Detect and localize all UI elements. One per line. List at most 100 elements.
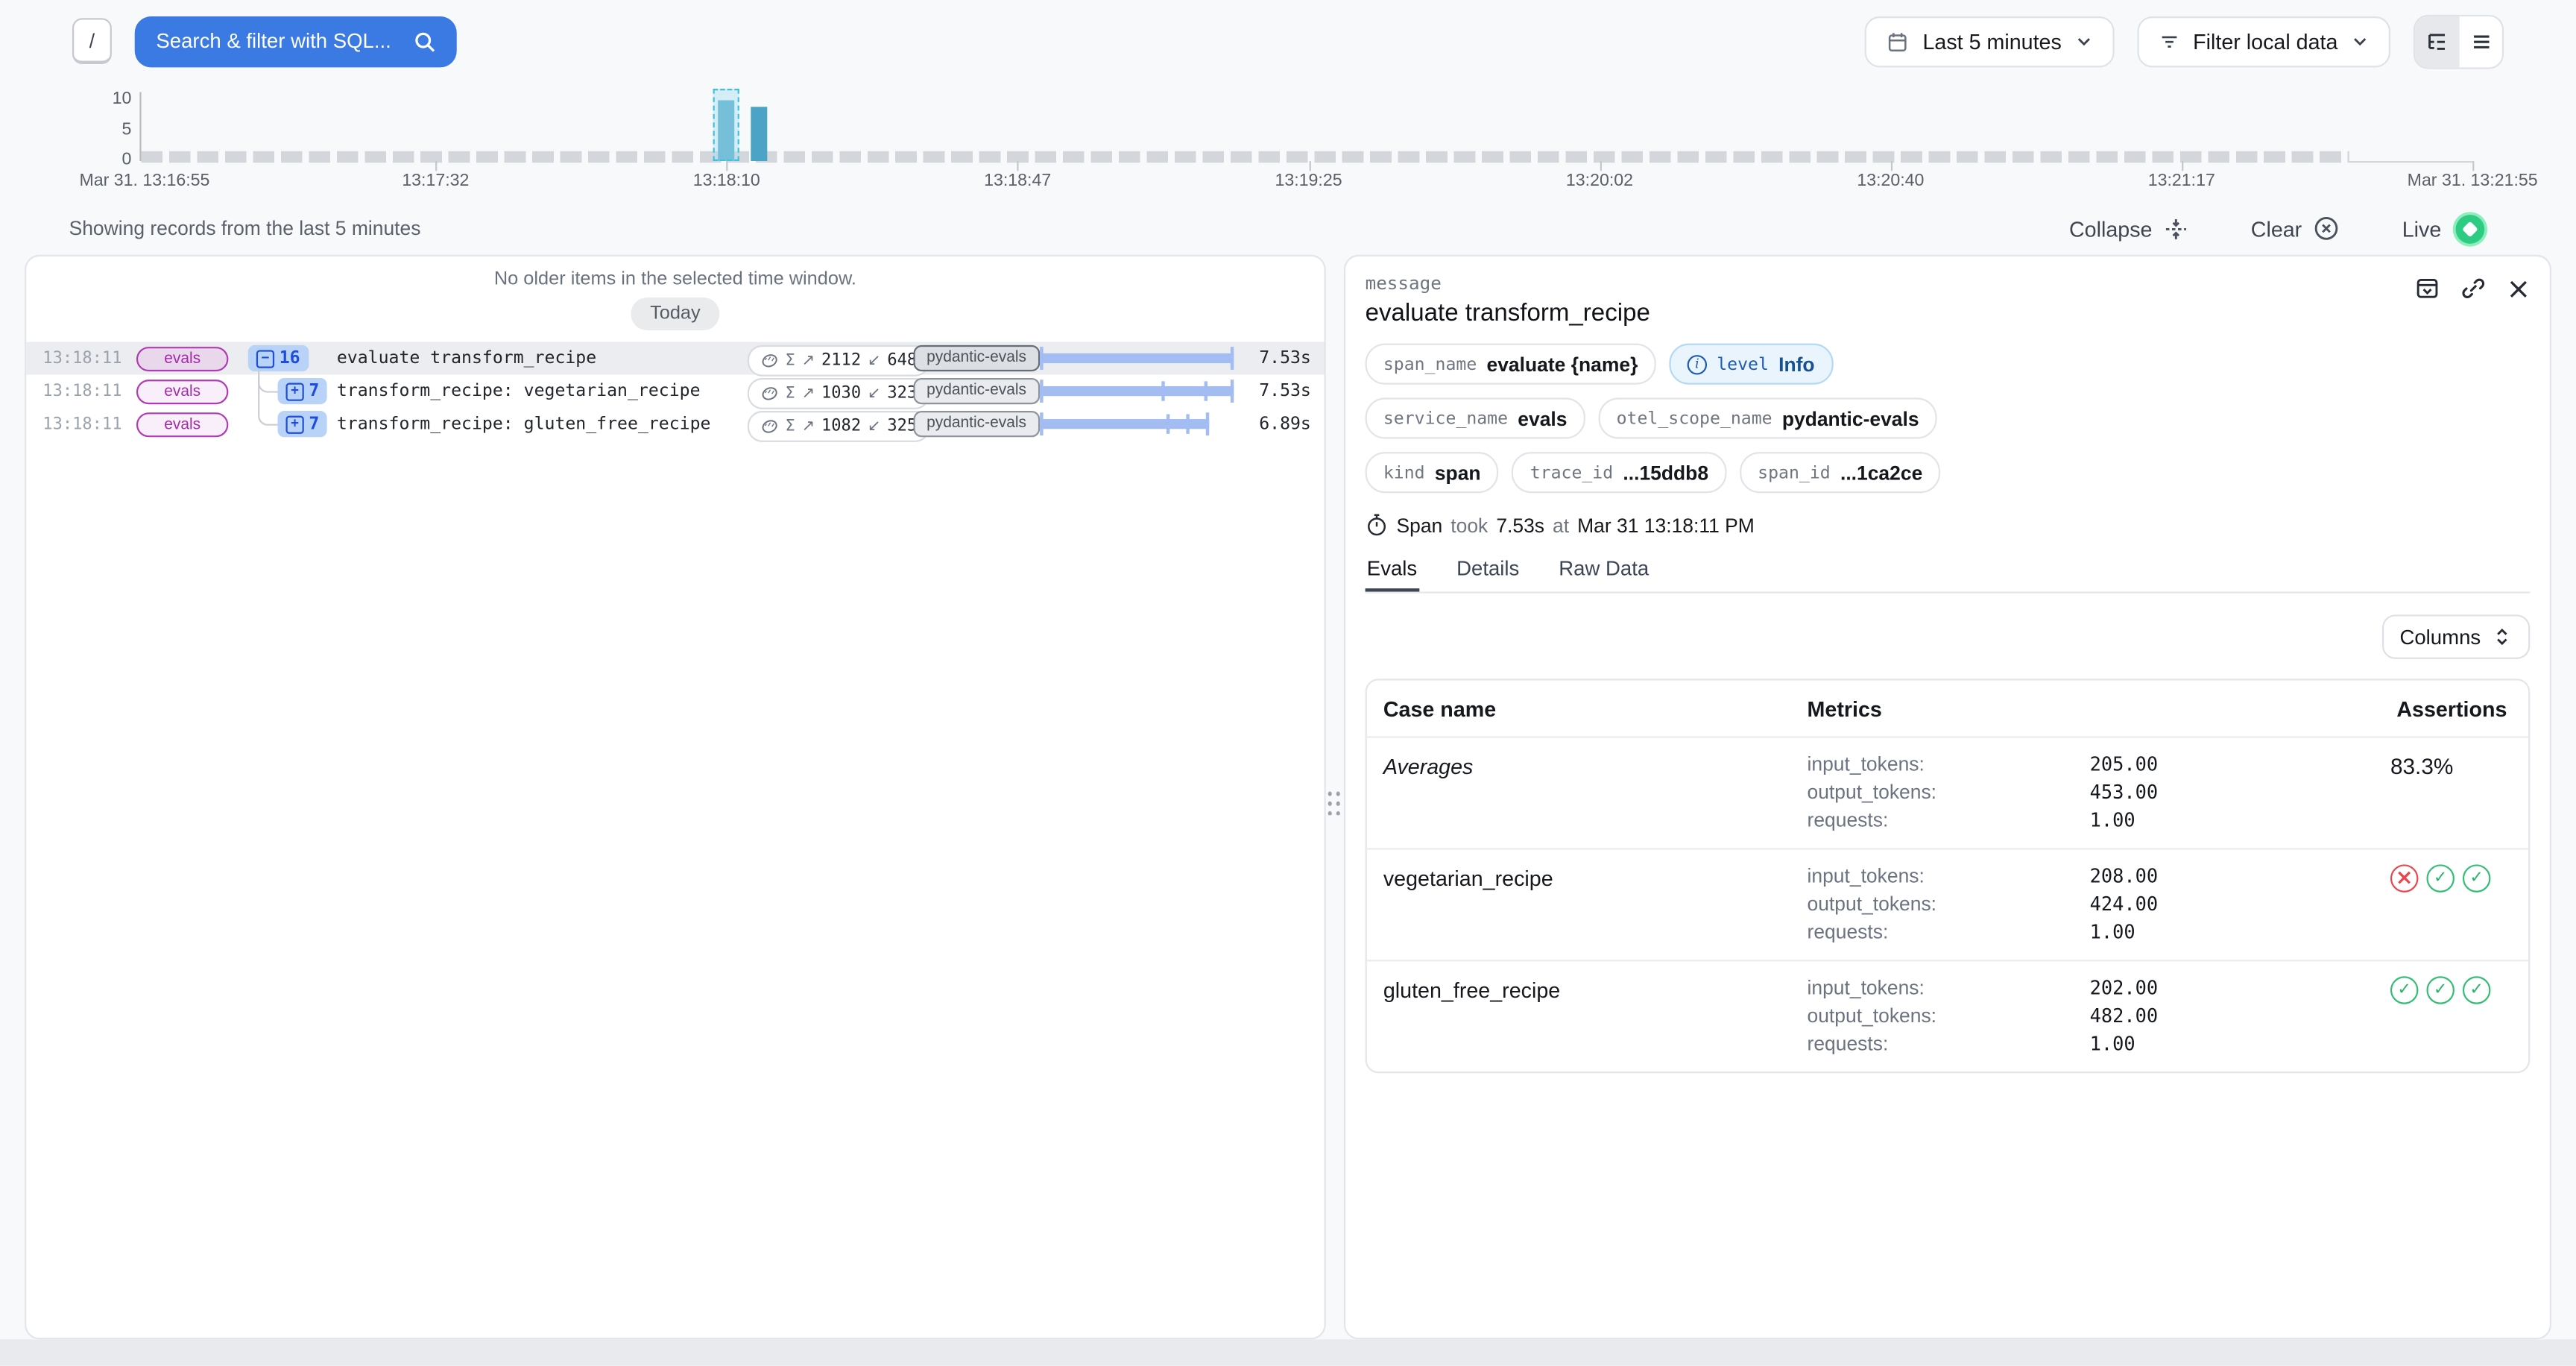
expand-children-badge[interactable]: + 7 xyxy=(277,378,327,404)
x-axis-label: 13:20:40 xyxy=(1775,171,2006,190)
duration-bar xyxy=(1040,380,1234,403)
plus-square-icon: + xyxy=(286,415,304,433)
case-name: gluten_free_recipe xyxy=(1383,975,1808,1058)
collapse-button-label: Collapse xyxy=(2069,216,2153,241)
columns-button[interactable]: Columns xyxy=(2381,614,2530,659)
child-count: 16 xyxy=(280,348,300,368)
evals-badge: evals xyxy=(136,379,228,403)
time-range-button[interactable]: Last 5 minutes xyxy=(1865,16,2114,66)
attribute-row: service_name evals otel_scope_name pydan… xyxy=(1366,397,2531,438)
timeline-chart: 10 5 0 Mar 31. 13:16:55 13:17:32 13:18:1… xyxy=(0,82,2576,207)
x-axis-tick xyxy=(1890,161,1892,171)
dock-panel-icon[interactable] xyxy=(2415,276,2440,300)
metric-value: 208.00 xyxy=(2090,863,2361,890)
at-label: at xyxy=(1553,514,1569,537)
panel-resize-handle[interactable] xyxy=(1326,787,1342,815)
span-name-text: transform_recipe: vegetarian_recipe xyxy=(337,381,701,400)
metric-label: output_tokens: xyxy=(1808,1003,2090,1030)
metric-label: output_tokens: xyxy=(1808,891,2090,919)
filter-local-data-button[interactable]: Filter local data xyxy=(2137,16,2390,66)
attribute-pill[interactable]: span_id ...1ca2ce xyxy=(1740,452,1941,493)
attribute-pill[interactable]: span_name evaluate {name} xyxy=(1366,344,1656,385)
list-view-button[interactable] xyxy=(2457,16,2502,66)
tree-view-icon xyxy=(2425,31,2447,52)
x-axis-tick xyxy=(727,161,728,171)
level-pill[interactable]: i level Info xyxy=(1669,344,1833,385)
status-bar-actions: Collapse Clear Live xyxy=(2059,210,2497,248)
tab-details[interactable]: Details xyxy=(1455,557,1521,591)
today-pill[interactable]: Today xyxy=(631,298,721,330)
case-name: vegetarian_recipe xyxy=(1383,863,1808,946)
attribute-pill[interactable]: trace_id ...15ddb8 xyxy=(1512,452,1726,493)
attribute-key: span_id xyxy=(1758,462,1831,482)
table-row: vegetarian_recipe input_tokens: output_t… xyxy=(1367,848,2528,960)
metric-value: 1.00 xyxy=(2090,807,2361,834)
chevron-down-icon xyxy=(2074,32,2092,50)
close-icon[interactable] xyxy=(2507,277,2530,300)
collapse-children-badge[interactable]: − 16 xyxy=(248,345,309,371)
live-toggle[interactable]: Live xyxy=(2392,210,2497,248)
metric-value: 453.00 xyxy=(2090,779,2361,807)
y-axis-label: 10 xyxy=(82,89,131,108)
row-timestamp: 13:18:11 xyxy=(42,349,136,367)
tab-raw-data[interactable]: Raw Data xyxy=(1557,557,1650,591)
evals-table-header: Case name Metrics Assertions xyxy=(1367,680,2528,737)
chevron-down-icon xyxy=(2351,32,2369,50)
coin-icon xyxy=(760,417,778,435)
token-metrics-pill: Σ ↗ 1030 ↙ 323 xyxy=(748,377,930,409)
trace-list-panel: No older items in the selected time wind… xyxy=(25,255,1326,1340)
metric-label: input_tokens: xyxy=(1808,863,2090,890)
tab-evals[interactable]: Evals xyxy=(1366,557,1419,591)
attribute-row: kind span trace_id ...15ddb8 span_id ...… xyxy=(1366,452,2531,493)
search-button[interactable]: Search & filter with SQL... xyxy=(135,16,457,66)
timeline-bar-1[interactable] xyxy=(751,107,767,161)
case-name: Averages xyxy=(1383,751,1808,834)
live-indicator-icon xyxy=(2453,211,2487,245)
expand-children-badge[interactable]: + 7 xyxy=(277,411,327,437)
row-timestamp: 13:18:11 xyxy=(42,382,136,400)
x-axis-label: 13:17:32 xyxy=(321,171,551,190)
child-count: 7 xyxy=(309,381,319,400)
metric-value: 482.00 xyxy=(2090,1003,2361,1030)
plus-square-icon: + xyxy=(286,382,304,400)
assertion-icons xyxy=(2390,975,2517,1004)
collapse-button[interactable]: Collapse xyxy=(2059,215,2198,242)
attribute-pill[interactable]: otel_scope_name pydantic-evals xyxy=(1598,397,1936,438)
span-timestamp: Mar 31 13:18:11 PM xyxy=(1577,514,1755,537)
attribute-key: otel_scope_name xyxy=(1617,409,1772,428)
collapse-icon xyxy=(2164,216,2188,241)
trace-row[interactable]: 13:18:11 evals + 7 transform_recipe: glu… xyxy=(26,408,1324,441)
x-axis-label: Mar 31. 13:16:55 xyxy=(30,171,260,190)
info-icon: i xyxy=(1688,354,1707,374)
received-tokens: 325 xyxy=(887,417,917,435)
sent-tokens: 2112 xyxy=(821,351,861,369)
x-axis-tick xyxy=(435,161,437,171)
clear-circle-x-icon xyxy=(2314,215,2340,242)
trace-row[interactable]: 13:18:11 evals − 16 evaluate transform_r… xyxy=(26,342,1324,374)
received-arrow-icon: ↙ xyxy=(868,417,881,435)
column-header-case-name: Case name xyxy=(1383,697,1808,722)
x-axis-tick xyxy=(1600,161,1601,171)
x-axis-tick xyxy=(2472,161,2474,171)
attribute-pill[interactable]: kind span xyxy=(1366,452,1499,493)
span-detail-panel: message evaluate transform_recipe xyxy=(1344,255,2551,1340)
column-header-assertions: Assertions xyxy=(2361,697,2516,722)
assertion-status-icon xyxy=(2426,976,2454,1004)
sigma-icon: Σ xyxy=(786,351,795,369)
minus-square-icon: − xyxy=(256,349,274,367)
sent-arrow-icon: ↗ xyxy=(802,384,815,402)
assertion-status-icon xyxy=(2426,864,2454,892)
attribute-pill[interactable]: service_name evals xyxy=(1366,397,1585,438)
copy-link-icon[interactable] xyxy=(2461,276,2486,300)
clear-button[interactable]: Clear xyxy=(2241,214,2350,244)
trace-row[interactable]: 13:18:11 evals + 7 transform_recipe: veg… xyxy=(26,375,1324,408)
table-toolbar: Columns xyxy=(1366,614,2531,659)
duration-text: 7.53s xyxy=(1222,348,1311,368)
token-metrics-pill: Σ ↗ 1082 ↙ 325 xyxy=(748,410,930,441)
tree-view-button[interactable] xyxy=(2415,16,2457,66)
live-toggle-label: Live xyxy=(2402,216,2442,241)
columns-button-label: Columns xyxy=(2399,626,2481,649)
table-row: Averages input_tokens: output_tokens: re… xyxy=(1367,738,2528,849)
evals-badge: evals xyxy=(136,346,228,371)
received-tokens: 323 xyxy=(887,384,917,402)
